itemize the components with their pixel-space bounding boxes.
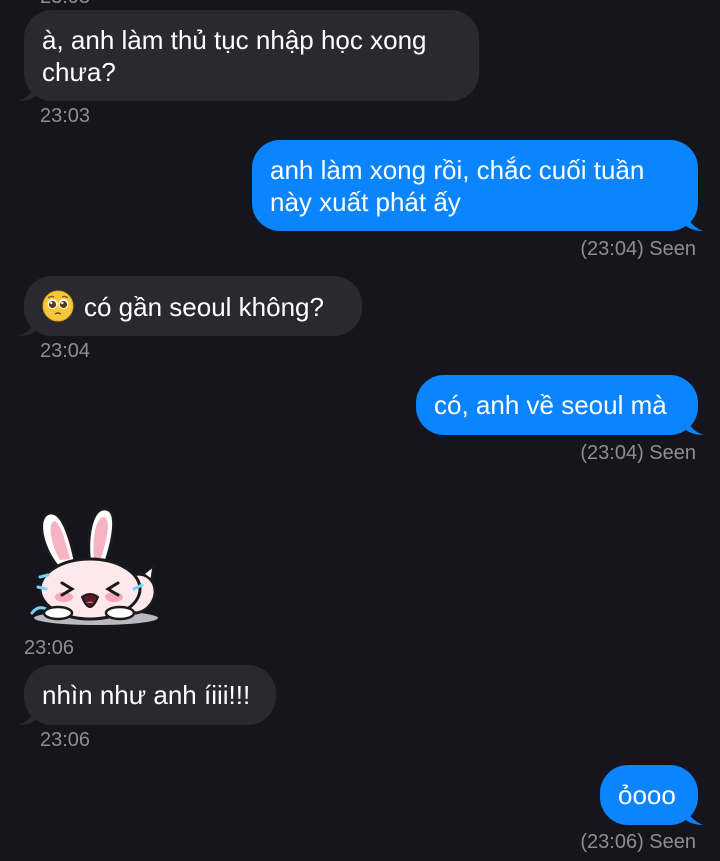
message-timestamp: 23:03 — [40, 105, 91, 127]
incoming-message-bubble[interactable]: nhìn như anh íiii!!! — [24, 665, 276, 725]
outgoing-message-bubble[interactable]: anh làm xong rồi, chắc cuối tuần này xuấ… — [252, 140, 698, 231]
message-seen-status: (23:06) Seen — [580, 831, 696, 853]
crying-bunny-sticker-icon[interactable] — [28, 505, 163, 630]
timestamp-partial: 23:03 — [40, 0, 90, 9]
bubble-tail-icon — [684, 210, 704, 231]
message-timestamp: 23:06 — [24, 637, 75, 659]
bubble-tail-icon — [18, 315, 38, 336]
chat-thread: 23:03 à, anh làm thủ tục nhập học xong c… — [0, 0, 720, 861]
message-text: có gần seoul không? — [84, 292, 324, 322]
bubble-tail-icon — [684, 414, 704, 435]
message-timestamp: 23:06 — [40, 729, 91, 751]
message-text: nhìn như anh íiii!!! — [42, 680, 251, 710]
bubble-tail-icon — [18, 80, 38, 101]
message-timestamp: 23:04 — [40, 340, 91, 362]
bubble-tail-icon — [18, 704, 38, 725]
bubble-tail-icon — [684, 804, 704, 825]
message-seen-status: (23:04) Seen — [580, 238, 696, 260]
incoming-message-bubble[interactable]: có gần seoul không? — [24, 276, 362, 336]
message-text: à, anh làm thủ tục nhập học xong chưa? — [42, 25, 427, 87]
incoming-message-bubble[interactable]: à, anh làm thủ tục nhập học xong chưa? — [24, 10, 479, 101]
pleading-face-icon — [42, 290, 74, 322]
message-text: anh làm xong rồi, chắc cuối tuần này xuấ… — [270, 155, 645, 217]
message-text: ỏooo — [618, 780, 676, 810]
message-text: có, anh về seoul mà — [434, 390, 667, 420]
outgoing-message-bubble[interactable]: có, anh về seoul mà — [416, 375, 698, 435]
message-seen-status: (23:04) Seen — [580, 442, 696, 464]
